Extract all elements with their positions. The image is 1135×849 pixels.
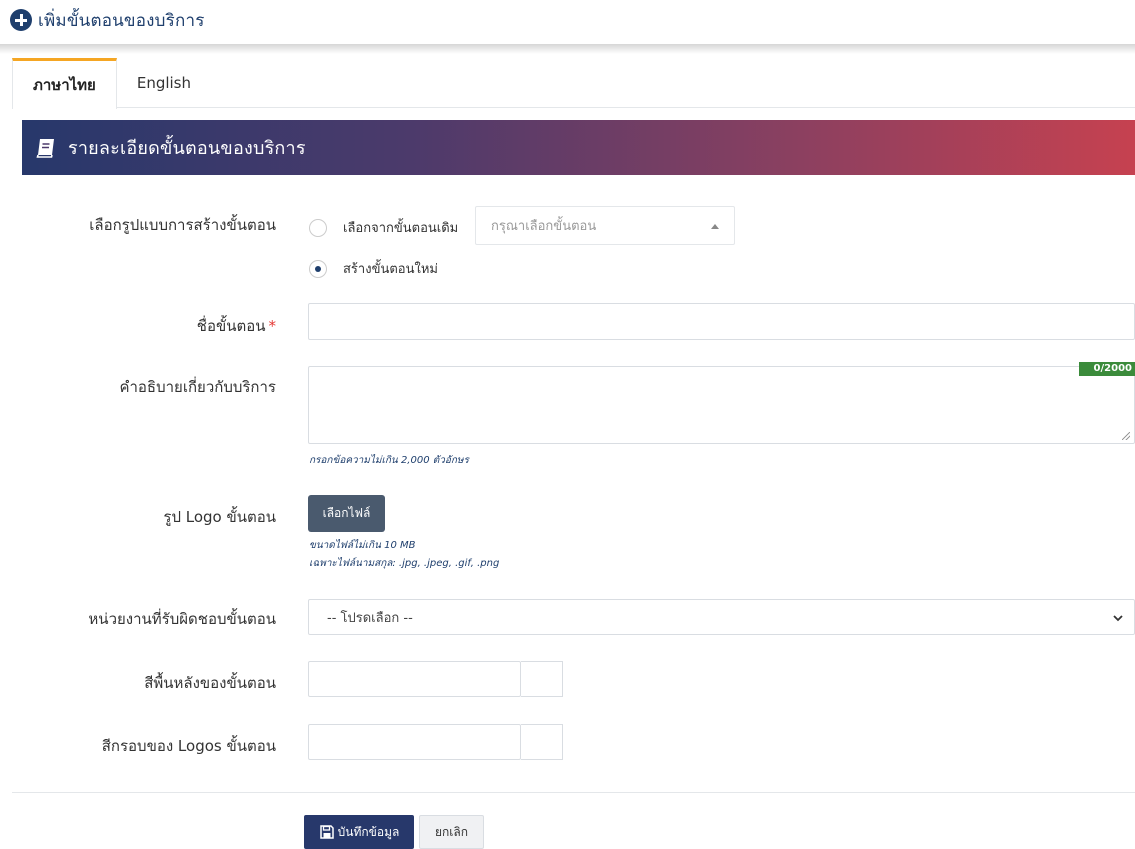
page-title: เพิ่มขั้นตอนของบริการ [38, 10, 205, 31]
tab-english[interactable]: English [117, 58, 211, 108]
caret-up-icon [711, 224, 719, 229]
department-label: หน่วยงานที่รับผิดชอบขั้นตอน [88, 610, 276, 628]
footer-divider [12, 792, 1135, 793]
existing-step-select[interactable]: กรุณาเลือกขั้นตอน [475, 206, 735, 245]
creation-mode-label: เลือกรูปแบบการสร้างขั้นตอน [89, 216, 276, 234]
radio-new-step-control[interactable] [309, 259, 327, 278]
logo-label: รูป Logo ขั้นตอน [163, 508, 276, 526]
chevron-down-icon [1113, 615, 1123, 622]
department-select-value: -- โปรดเลือก -- [327, 610, 413, 626]
border-color-label: สีกรอบของ Logos ขั้นตอน [101, 737, 276, 755]
border-color-swatch[interactable] [521, 724, 563, 760]
language-tabs: ภาษาไทย English [12, 58, 1135, 109]
bg-color-label: สีพื้นหลังของขั้นตอน [144, 674, 276, 692]
department-select[interactable]: -- โปรดเลือก -- [308, 599, 1135, 635]
description-label: คำอธิบายเกี่ยวกับบริการ [119, 378, 276, 396]
radio-new-step-label: สร้างขั้นตอนใหม่ [343, 262, 438, 277]
save-button-label: บันทึกข้อมูล [337, 824, 400, 839]
section-banner: รายละเอียดขั้นตอนของบริการ [22, 120, 1135, 175]
cancel-button[interactable]: ยกเลิก [419, 815, 484, 849]
step-name-input[interactable] [308, 303, 1135, 340]
step-name-label-text: ชื่อขั้นตอน [196, 317, 266, 335]
save-button[interactable]: บันทึกข้อมูล [304, 815, 414, 849]
step-name-label: ชื่อขั้นตอน * [197, 314, 276, 338]
resize-grip-icon[interactable] [1122, 432, 1130, 440]
radio-existing-step[interactable]: เลือกจากขั้นตอนเดิม [309, 217, 458, 238]
plus-circle-icon [10, 9, 32, 31]
header-shadow [0, 44, 1135, 54]
required-mark: * [268, 317, 277, 335]
radio-existing-step-control[interactable] [309, 218, 327, 237]
logo-types-hint: เฉพาะไฟล์นามสกุล: .jpg, .jpeg, .gif, .pn… [309, 558, 500, 569]
page-header: เพิ่มขั้นตอนของบริการ [10, 8, 205, 32]
radio-new-step[interactable]: สร้างขั้นตอนใหม่ [309, 258, 438, 279]
tab-thai[interactable]: ภาษาไทย [12, 58, 117, 109]
border-color-input[interactable] [308, 724, 521, 760]
bg-color-input[interactable] [308, 661, 521, 697]
book-icon [36, 138, 54, 158]
existing-step-select-placeholder: กรุณาเลือกขั้นตอน [491, 219, 597, 234]
description-hint: กรอกข้อความไม่เกิน 2,000 ตัวอักษร [309, 455, 469, 466]
description-textarea[interactable] [308, 366, 1135, 444]
logo-size-hint: ขนาดไฟล์ไม่เกิน 10 MB [309, 540, 416, 551]
save-icon [319, 825, 334, 839]
section-title: รายละเอียดขั้นตอนของบริการ [68, 138, 306, 159]
choose-file-button[interactable]: เลือกไฟล์ [308, 495, 385, 532]
radio-existing-step-label: เลือกจากขั้นตอนเดิม [343, 221, 459, 236]
bg-color-swatch[interactable] [521, 661, 563, 697]
char-counter: 0/2000 [1079, 362, 1135, 376]
